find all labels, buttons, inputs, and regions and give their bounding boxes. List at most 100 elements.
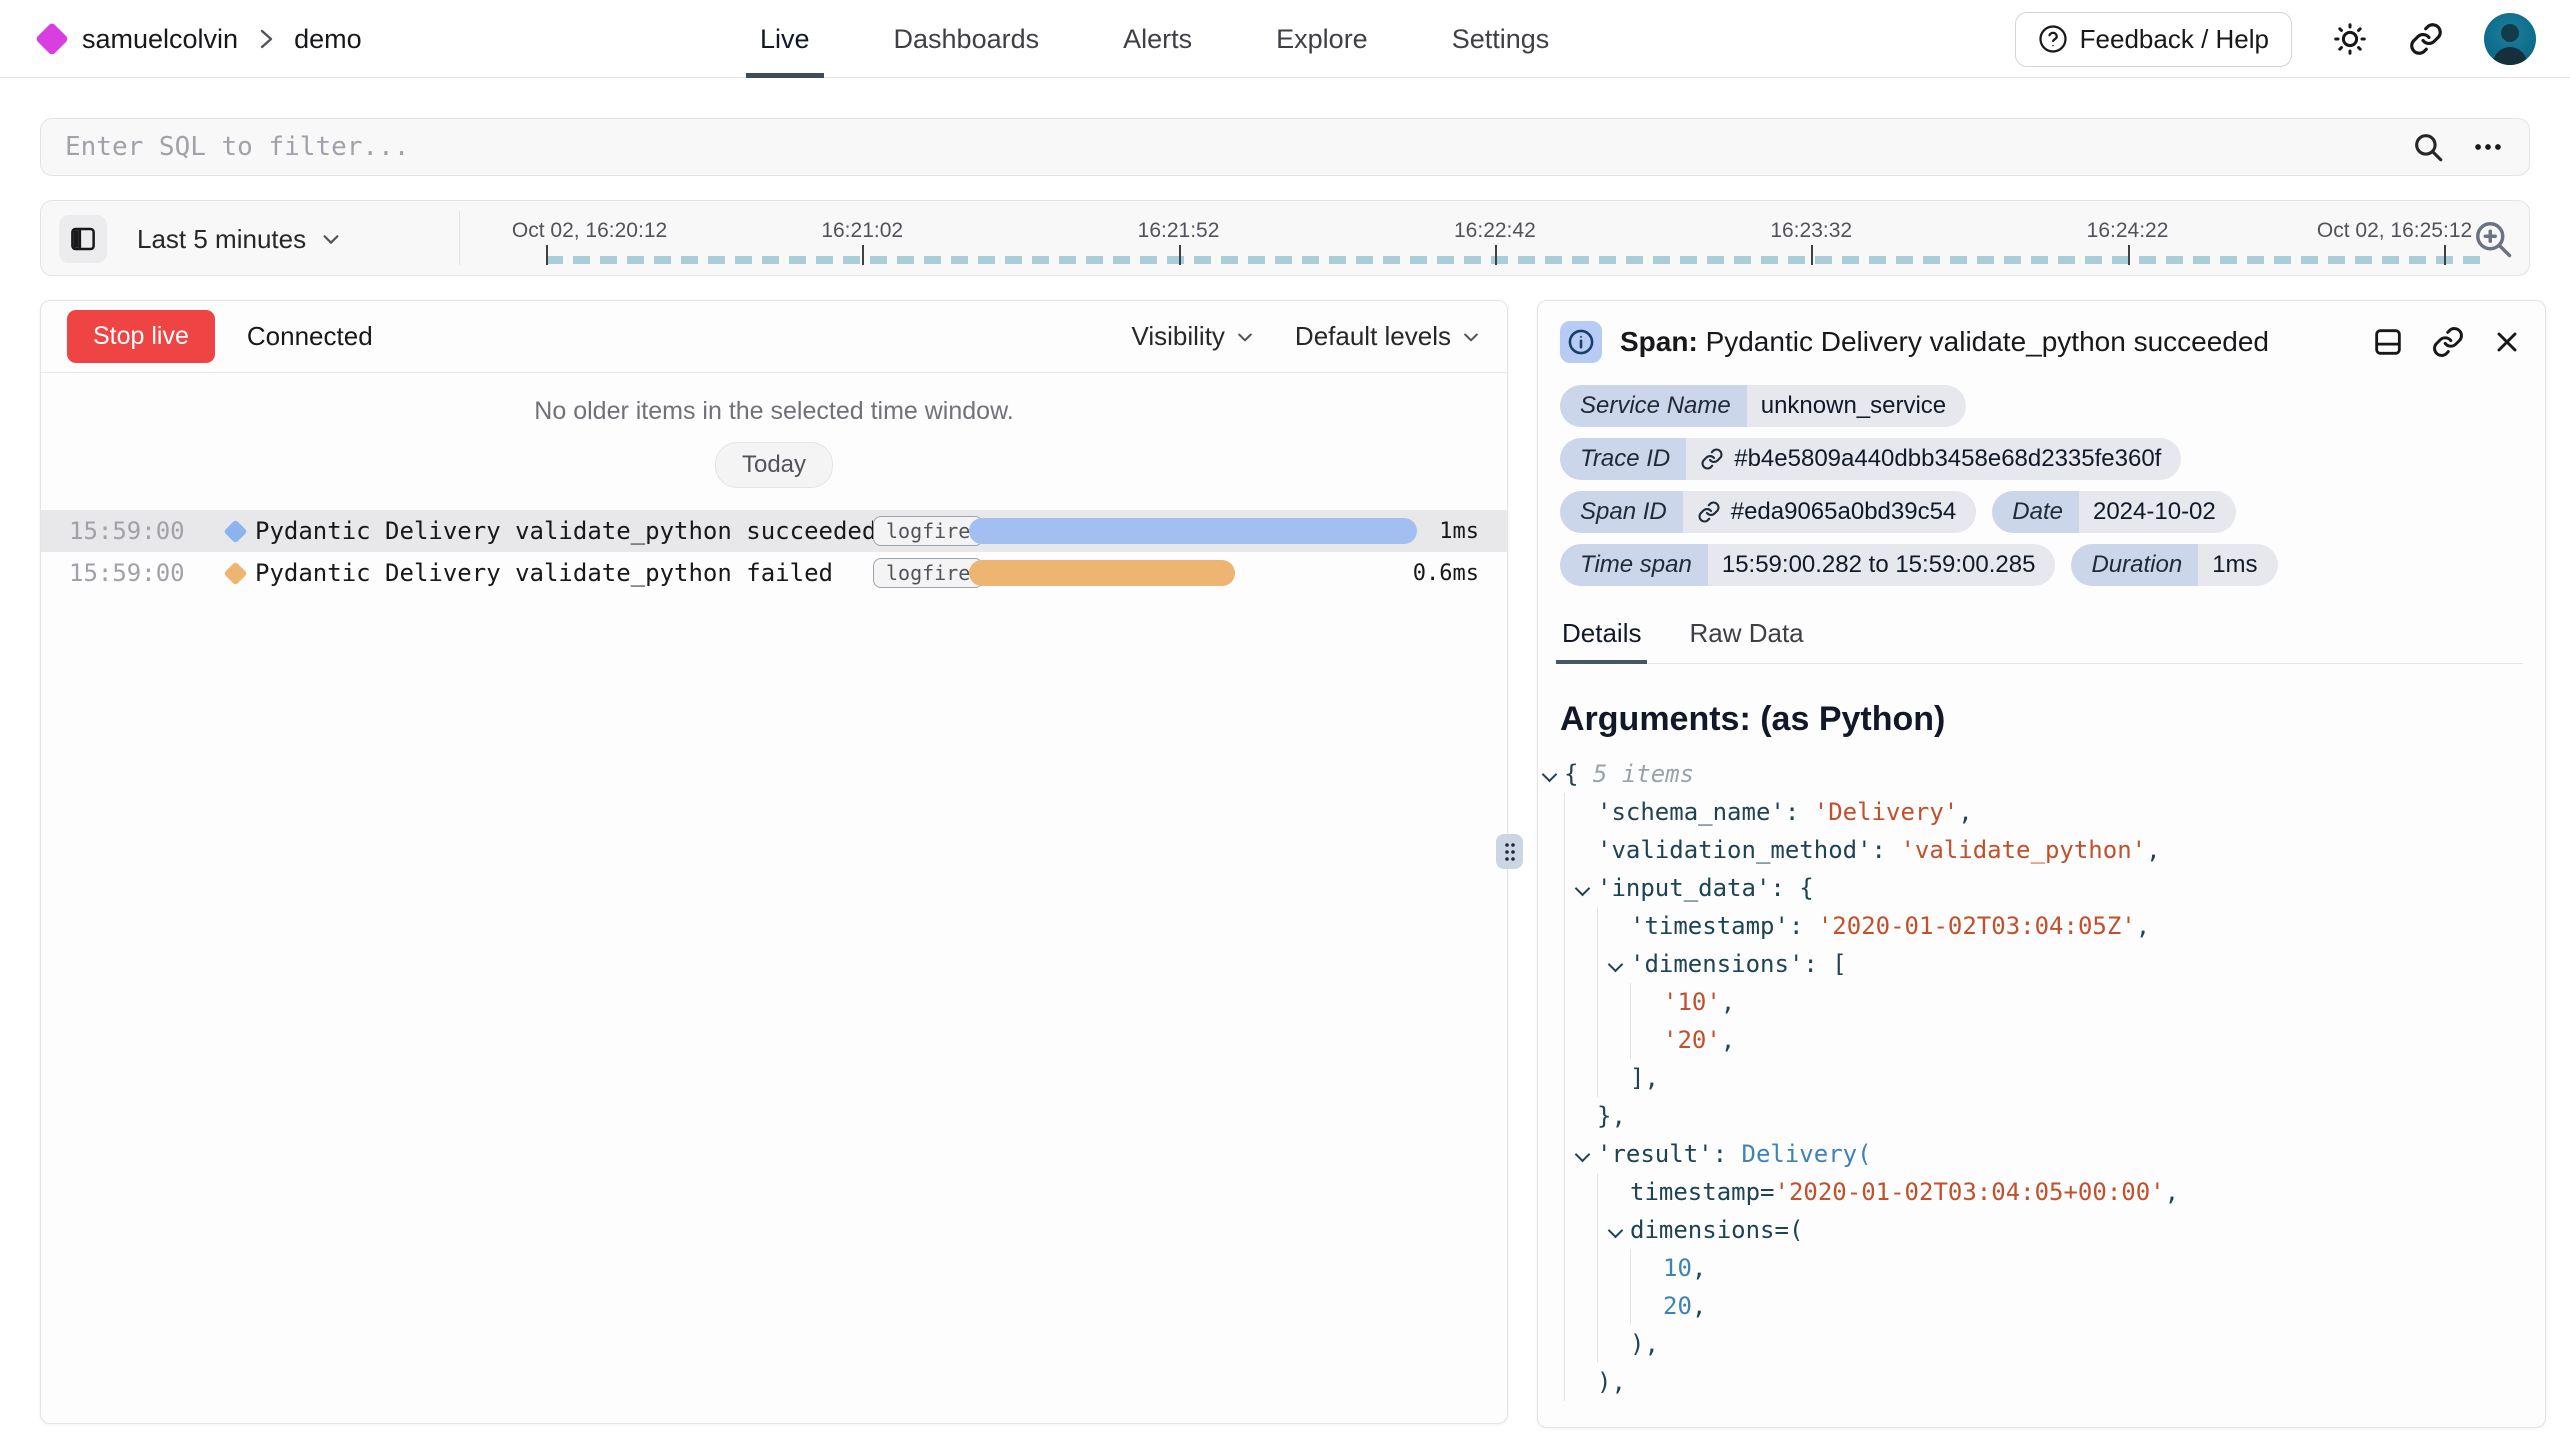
indent-guide [1564,793,1597,831]
main-nav: Live Dashboards Alerts Explore Settings [760,0,1549,78]
search-icon[interactable] [2411,130,2445,164]
code-line: 'dimensions': [ [1564,945,2523,983]
log-tag[interactable]: logfire [873,558,983,588]
live-view-panel: Stop live Connected Visibility Default l… [40,300,1508,1424]
indent-guide [1564,1021,1597,1059]
indent-guide [1564,1363,1597,1401]
badge-label: Trace ID [1560,438,1686,480]
visibility-dropdown[interactable]: Visibility [1131,321,1254,352]
indent-guide [1597,983,1630,1021]
project-name[interactable]: demo [294,24,362,55]
log-message: Pydantic Delivery validate_python succee… [255,517,873,545]
stop-live-button[interactable]: Stop live [67,310,215,363]
timeline-track[interactable]: Oct 02, 16:20:1216:21:0216:21:5216:22:42… [506,201,2484,277]
indent-guide [1597,1249,1630,1287]
badge-value: 2024-10-02 [2079,491,2236,533]
indent-guide [1564,1097,1597,1135]
copy-link-icon[interactable] [2431,325,2465,359]
timeline-tick-label: 16:24:22 [2087,219,2169,243]
log-row[interactable]: 15:59:00Pydantic Delivery validate_pytho… [41,552,1507,594]
indent-guide [1564,831,1597,869]
link-icon[interactable] [1700,447,1724,471]
today-button[interactable]: Today [715,442,833,488]
badge-label: Span ID [1560,491,1683,533]
indent-guide [1597,1287,1630,1325]
connection-status: Connected [247,321,373,352]
info-icon [1560,321,1602,363]
theme-toggle-sun-icon[interactable] [2332,21,2368,57]
nav-tab-explore[interactable]: Explore [1276,0,1368,78]
timeline-tick [1179,245,1181,265]
badge-value: #b4e5809a440dbb3458e68d2335fe360f [1686,438,2181,480]
level-diamond-icon [223,519,247,543]
org-name[interactable]: samuelcolvin [82,24,238,55]
code-line: 'schema_name': 'Delivery', [1564,793,2523,831]
code-line: '10', [1564,983,2523,1021]
nav-tab-live[interactable]: Live [760,0,810,78]
tab-raw-data[interactable]: Raw Data [1687,612,1805,663]
span-badge-date: Date2024-10-02 [1992,491,2235,533]
code-line: }, [1564,1097,2523,1135]
nav-tab-settings[interactable]: Settings [1452,0,1550,78]
log-row[interactable]: 15:59:00 Pydantic Delivery validate_pytho… [41,510,1507,552]
breadcrumb: samuelcolvin demo [40,0,362,78]
span-badge-time-span: Time span15:59:00.282 to 15:59:00.285 [1560,544,2055,586]
sql-filter-input[interactable] [65,132,2385,162]
nav-tab-dashboards[interactable]: Dashboards [894,0,1040,78]
log-timestamp: 15:59:00 [69,559,227,587]
log-timestamp: 15:59:00 [69,517,227,545]
sql-filter-bar [40,118,2530,176]
empty-window-message: No older items in the selected time wind… [41,397,1507,426]
collapse-caret-icon[interactable] [1571,1135,1597,1173]
code-line: ), [1564,1325,2523,1363]
collapse-caret-icon[interactable] [1604,945,1630,983]
timeline-tick-label: 16:21:02 [821,219,903,243]
time-range-select[interactable]: Last 5 minutes [137,201,342,277]
nav-tab-alerts[interactable]: Alerts [1123,0,1192,78]
indent-guide [1564,1211,1597,1249]
badge-value: 15:59:00.282 to 15:59:00.285 [1708,544,2056,586]
span-badge-trace-id: Trace ID#b4e5809a440dbb3458e68d2335fe360… [1560,438,2181,480]
span-detail-panel: Span: Pydantic Delivery validate_python … [1537,300,2546,1428]
badge-label: Date [1992,491,2079,533]
default-levels-dropdown[interactable]: Default levels [1295,321,1481,352]
span-badge-span-id: Span ID#eda9065a0bd39c54 [1560,491,1976,533]
indent-guide [1597,1059,1630,1097]
timeline-bar: Last 5 minutes Oct 02, 16:20:12 16:21:02 1… [40,200,2530,276]
code-line: 'input_data': { [1564,869,2523,907]
help-circle-icon [2038,24,2068,54]
share-link-icon[interactable] [2408,21,2444,57]
dock-panel-icon[interactable] [2371,325,2405,359]
logfire-logo-icon[interactable] [35,22,69,56]
close-icon[interactable] [2491,326,2523,358]
arguments-heading: Arguments: (as Python) [1560,700,2523,739]
timeline-tick-label: Oct 02, 16:20:12 [512,219,667,243]
tab-details[interactable]: Details [1560,612,1643,663]
collapse-caret-icon[interactable] [1538,755,1564,793]
badge-value: #eda9065a0bd39c54 [1683,491,1977,533]
zoom-in-icon[interactable] [2471,217,2515,261]
arguments-code-tree: { 5 items'schema_name': 'Delivery','vali… [1564,755,2523,1401]
indent-guide [1564,983,1597,1021]
span-badge-duration: Duration1ms [2071,544,2277,586]
timeline-tick [2444,245,2446,265]
detail-tabs: Details Raw Data [1560,612,2523,664]
collapse-caret-icon[interactable] [1571,869,1597,907]
log-tag[interactable]: logfire [873,516,983,546]
feedback-help-button[interactable]: Feedback / Help [2015,12,2292,67]
more-options-icon[interactable] [2471,130,2505,164]
sidebar-toggle-icon[interactable] [59,215,107,263]
user-avatar[interactable] [2484,13,2536,65]
code-line: 10, [1564,1249,2523,1287]
span-badges: Service Nameunknown_serviceTrace ID#b4e5… [1538,377,2545,586]
link-icon[interactable] [1697,500,1721,524]
indent-guide [1597,907,1630,945]
code-line: timestamp='2020-01-02T03:04:05+00:00', [1564,1173,2523,1211]
timeline-tick [546,245,548,265]
collapse-caret-icon[interactable] [1604,1211,1630,1249]
indent-guide [1564,1287,1597,1325]
panel-resize-handle[interactable] [1496,834,1523,869]
indent-guide [1630,1021,1663,1059]
indent-guide [1630,1249,1663,1287]
timeline-tick [2128,245,2130,265]
